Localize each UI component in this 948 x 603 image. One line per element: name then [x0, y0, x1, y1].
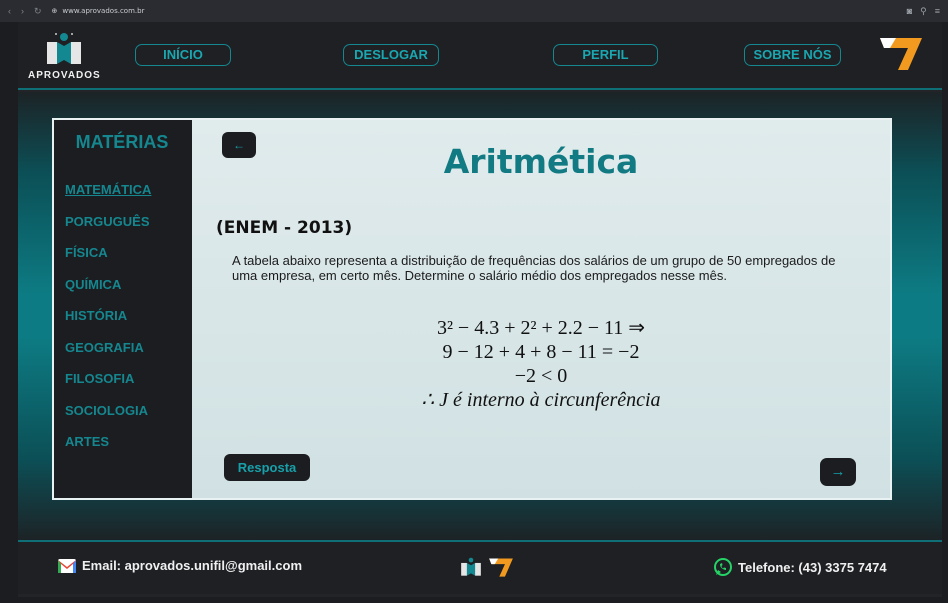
- book-logo-icon: [461, 557, 481, 576]
- phone-text: Telefone: (43) 3375 7474: [738, 559, 887, 575]
- question-text: A tabela abaixo representa a distribuiçã…: [232, 253, 836, 283]
- site-header: APROVADOS INÍCIO DESLOGAR PERFIL SOBRE N…: [18, 22, 942, 90]
- email-text: Email: aprovados.unifil@gmail.com: [82, 558, 302, 573]
- sidebar-item-matematica[interactable]: MATEMÁTICA: [65, 182, 151, 197]
- sidebar-item-historia[interactable]: HISTÓRIA: [65, 308, 127, 323]
- math-line-1: 3² − 4.3 + 2² + 2.2 − 11 ⇒: [436, 317, 646, 339]
- menu-icon[interactable]: ≡: [935, 6, 940, 17]
- page-title: Aritmética: [443, 142, 639, 181]
- next-button[interactable]: →: [820, 458, 856, 486]
- subjects-sidebar: MATÉRIAS MATEMÁTICA PORGUGUÊS FÍSICA QUÍ…: [54, 120, 190, 498]
- brand-seven-logo-icon[interactable]: [878, 34, 924, 72]
- site-footer: Email: aprovados.unifil@gmail.com Telefo…: [18, 542, 942, 594]
- sidebar-item-fisica[interactable]: FÍSICA: [65, 245, 108, 260]
- book-logo-icon: [47, 33, 81, 64]
- sidebar-item-portugues[interactable]: PORGUGUÊS: [65, 214, 150, 229]
- brand-seven-logo-icon: [489, 558, 513, 577]
- sidebar-item-geografia[interactable]: GEOGRAFIA: [65, 340, 144, 355]
- sidebar-title: MATÉRIAS: [75, 132, 169, 152]
- camera-icon[interactable]: ◙: [907, 6, 912, 17]
- address-bar[interactable]: ⊕ www.aprovados.com.br: [52, 7, 145, 15]
- site-info-icon[interactable]: ⊕: [52, 7, 58, 15]
- math-solution: 3² − 4.3 + 2² + 2.2 − 11 ⇒ 9 − 12 + 4 + …: [192, 316, 890, 412]
- reload-icon[interactable]: ↻: [34, 6, 42, 17]
- whatsapp-icon: [714, 558, 732, 576]
- extensions-icon[interactable]: ⚲: [920, 6, 927, 17]
- nav-perfil-button[interactable]: PERFIL: [553, 44, 658, 66]
- gmail-icon: [58, 558, 76, 573]
- sidebar-item-sociologia[interactable]: SOCIOLOGIA: [65, 403, 148, 418]
- sidebar-item-filosofia[interactable]: FILOSOFIA: [65, 371, 134, 386]
- footer-logos: [458, 556, 514, 578]
- logo-text: APROVADOS: [28, 70, 101, 81]
- nav-inicio-button[interactable]: INÍCIO: [135, 44, 231, 66]
- site-logo[interactable]: APROVADOS: [26, 28, 116, 86]
- nav-deslogar-button[interactable]: DESLOGAR: [343, 44, 439, 66]
- page: APROVADOS INÍCIO DESLOGAR PERFIL SOBRE N…: [18, 22, 942, 597]
- sidebar-item-quimica[interactable]: QUÍMICA: [65, 277, 121, 292]
- forward-arrow-icon[interactable]: ›: [21, 6, 24, 16]
- answer-button[interactable]: Resposta: [224, 454, 310, 481]
- math-line-3: −2 < 0: [514, 365, 568, 387]
- browser-toolbar: ‹ › ↻ ⊕ www.aprovados.com.br ◙ ⚲ ≡: [0, 0, 948, 22]
- footer-phone[interactable]: Telefone: (43) 3375 7474: [714, 558, 887, 576]
- back-arrow-icon[interactable]: ‹: [8, 6, 11, 16]
- sidebar-item-artes[interactable]: ARTES: [65, 434, 109, 449]
- footer-email[interactable]: Email: aprovados.unifil@gmail.com: [58, 558, 302, 573]
- question-source: (ENEM - 2013): [216, 218, 353, 238]
- nav-sobre-nos-button[interactable]: SOBRE NÓS: [744, 44, 841, 66]
- lesson-content: ← Aritmética (ENEM - 2013) A tabela abai…: [192, 120, 890, 498]
- math-line-2: 9 − 12 + 4 + 8 − 11 = −2: [442, 341, 640, 363]
- math-line-4: ∴ J é interno à circunferência: [421, 389, 661, 411]
- lesson-card: MATÉRIAS MATEMÁTICA PORGUGUÊS FÍSICA QUÍ…: [52, 118, 892, 500]
- url-text: www.aprovados.com.br: [62, 7, 145, 15]
